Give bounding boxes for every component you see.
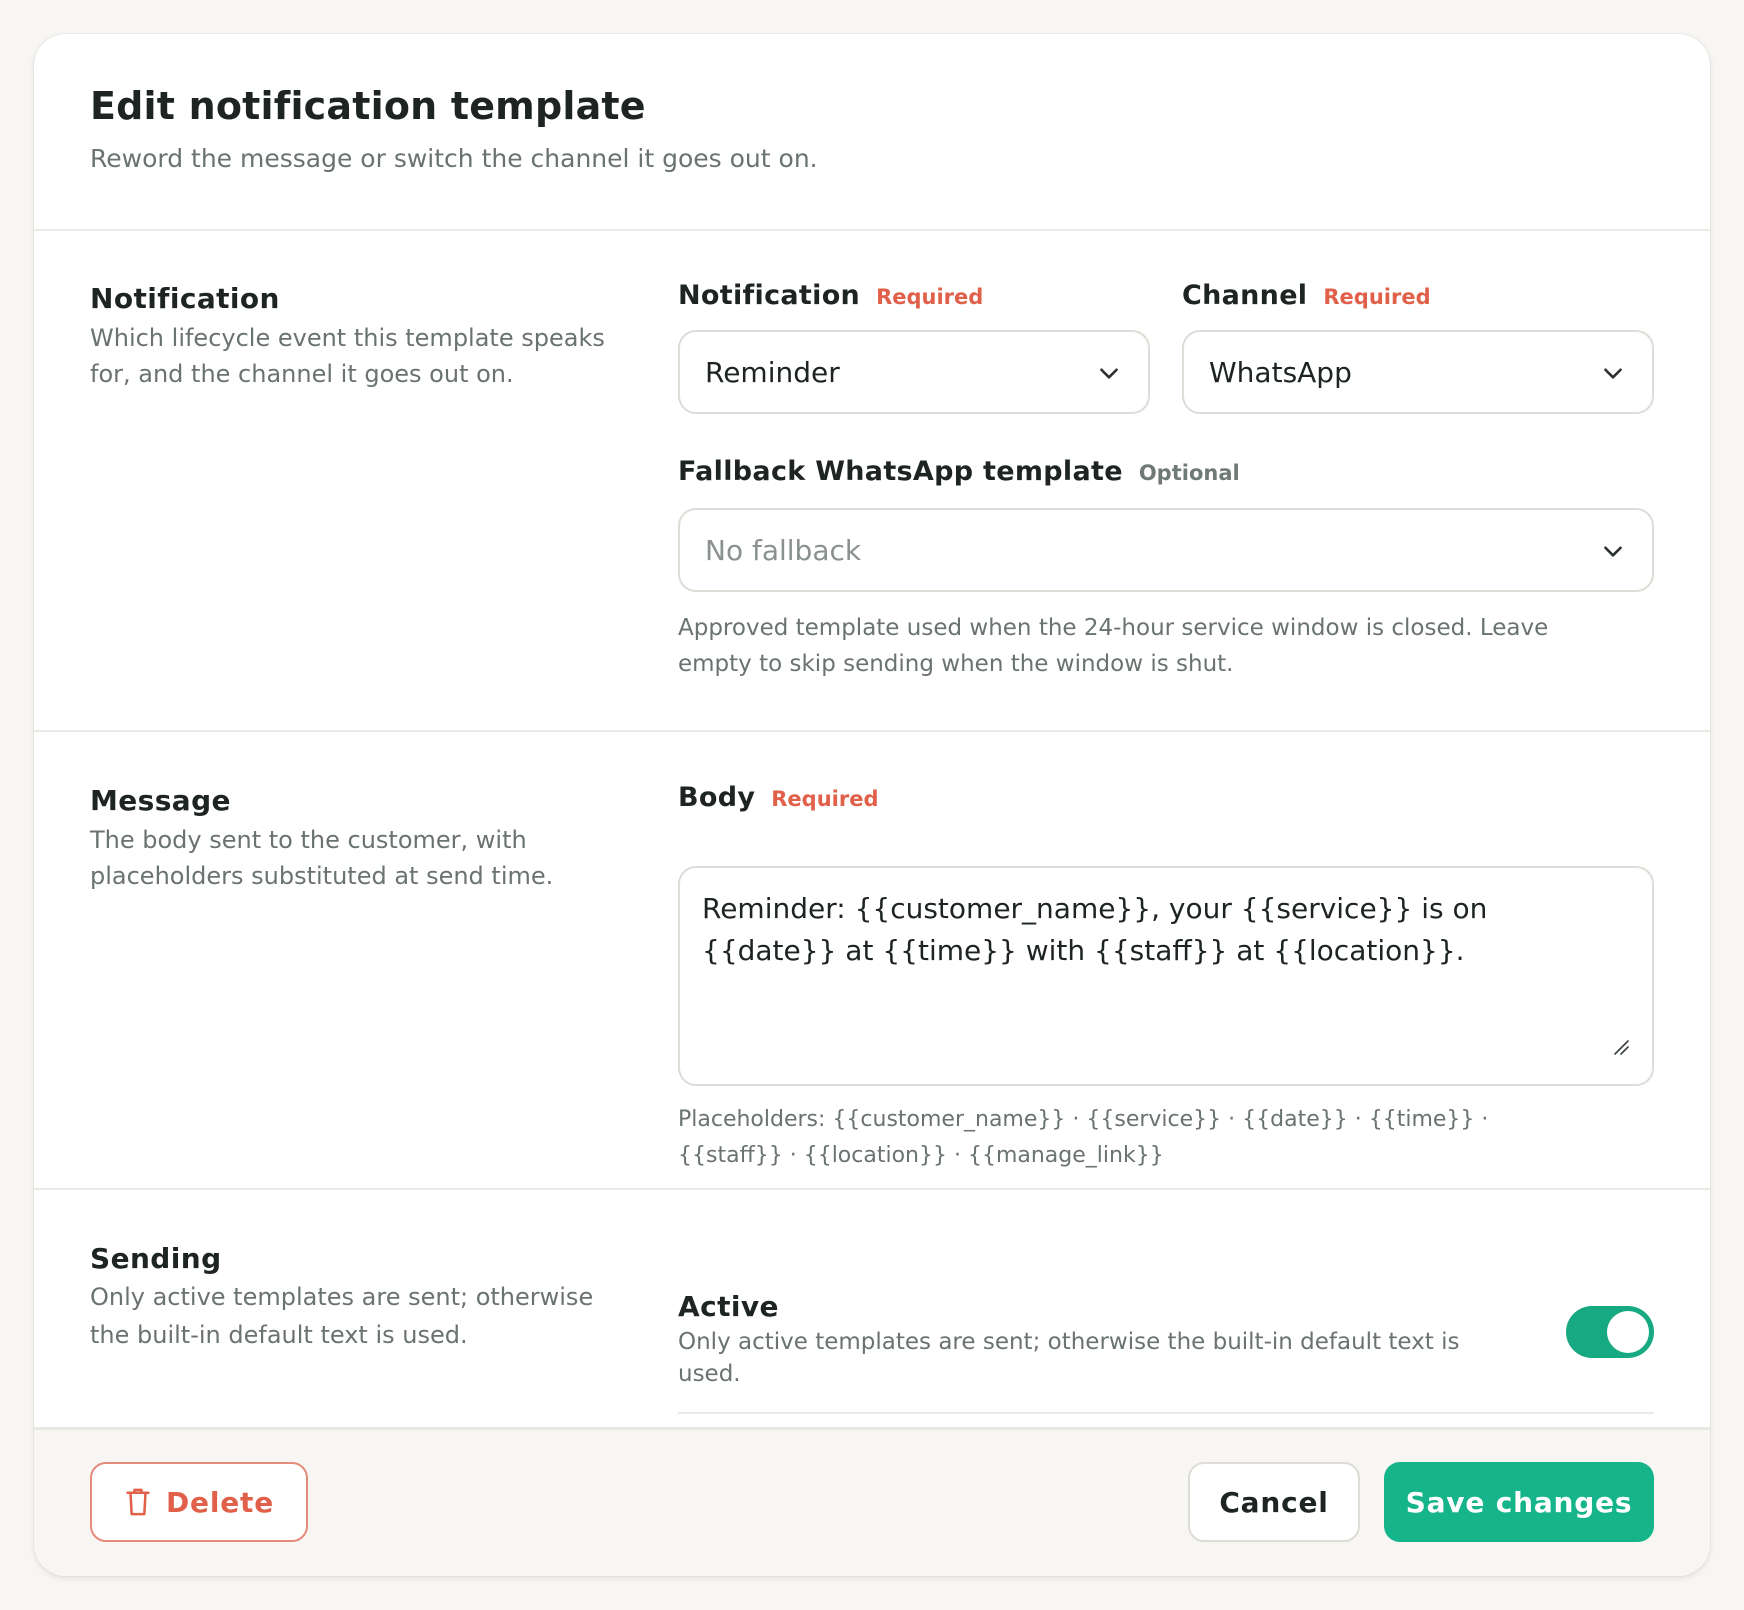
sending-section: Sending Only active templates are sent; … — [34, 1190, 1710, 1462]
modal-footer: Delete Cancel Save changes — [34, 1427, 1710, 1576]
section-title-message: Message — [90, 784, 231, 817]
body-textarea-value: Reminder: {{customer_name}}, your {{serv… — [702, 892, 1488, 967]
cancel-button[interactable]: Cancel — [1188, 1462, 1360, 1542]
edit-template-modal: Edit notification template Reword the me… — [34, 34, 1710, 1576]
fallback-select-placeholder: No fallback — [705, 534, 862, 567]
notification-label-text: Notification — [678, 280, 861, 311]
active-toggle-description: Only active templates are sent; otherwis… — [678, 1329, 1460, 1387]
message-section: Message The body sent to the customer, w… — [34, 732, 1710, 1190]
section-description-message: The body sent to the customer, with plac… — [90, 826, 554, 890]
fallback-label-text: Fallback WhatsApp template — [678, 456, 1123, 487]
fallback-template-select[interactable]: No fallback — [678, 508, 1654, 592]
body-textarea[interactable]: Reminder: {{customer_name}}, your {{serv… — [678, 866, 1654, 1086]
fallback-field-label: Fallback WhatsApp template Optional — [678, 456, 1240, 487]
delete-button[interactable]: Delete — [90, 1462, 308, 1542]
optional-tag: Optional — [1138, 461, 1240, 485]
notification-select-value: Reminder — [705, 356, 840, 389]
active-toggle-row: Active Only active templates are sent; o… — [678, 1290, 1654, 1414]
required-tag: Required — [771, 787, 879, 811]
channel-select[interactable]: WhatsApp — [1182, 330, 1654, 414]
required-tag: Required — [1323, 285, 1431, 309]
save-button-label: Save changes — [1405, 1485, 1633, 1519]
section-description-notification: Which lifecycle event this template spea… — [90, 324, 605, 388]
placeholders-help-text: Placeholders: {{customer_name}} · {{serv… — [678, 1107, 1489, 1168]
notification-section: Notification Which lifecycle event this … — [34, 230, 1710, 732]
cancel-button-label: Cancel — [1219, 1485, 1329, 1519]
trash-icon — [126, 1488, 150, 1516]
active-toggle-switch[interactable] — [1566, 1306, 1654, 1358]
resize-grip-icon[interactable] — [1612, 1038, 1630, 1056]
modal-title: Edit notification template — [90, 84, 646, 128]
channel-select-value: WhatsApp — [1209, 356, 1352, 389]
section-description-sending: Only active templates are sent; otherwis… — [90, 1283, 594, 1349]
section-title-notification: Notification — [90, 282, 280, 315]
channel-label-text: Channel — [1182, 280, 1308, 311]
delete-button-label: Delete — [166, 1485, 274, 1519]
body-field-label: Body Required — [678, 782, 879, 813]
chevron-down-icon — [1604, 368, 1622, 379]
modal-subtitle: Reword the message or switch the channel… — [90, 144, 818, 173]
section-title-sending: Sending — [90, 1242, 222, 1275]
fallback-help-text: Approved template used when the 24-hour … — [678, 615, 1549, 677]
channel-field-label: Channel Required — [1182, 280, 1431, 311]
chevron-down-icon — [1100, 368, 1118, 379]
save-changes-button[interactable]: Save changes — [1384, 1462, 1654, 1542]
active-toggle-label: Active — [678, 1290, 779, 1323]
notification-field-label: Notification Required — [678, 280, 983, 311]
toggle-knob — [1607, 1311, 1649, 1353]
body-label-text: Body — [678, 782, 756, 813]
notification-select[interactable]: Reminder — [678, 330, 1150, 414]
required-tag: Required — [876, 285, 984, 309]
chevron-down-icon — [1604, 546, 1622, 557]
modal-header: Edit notification template Reword the me… — [34, 34, 1710, 231]
